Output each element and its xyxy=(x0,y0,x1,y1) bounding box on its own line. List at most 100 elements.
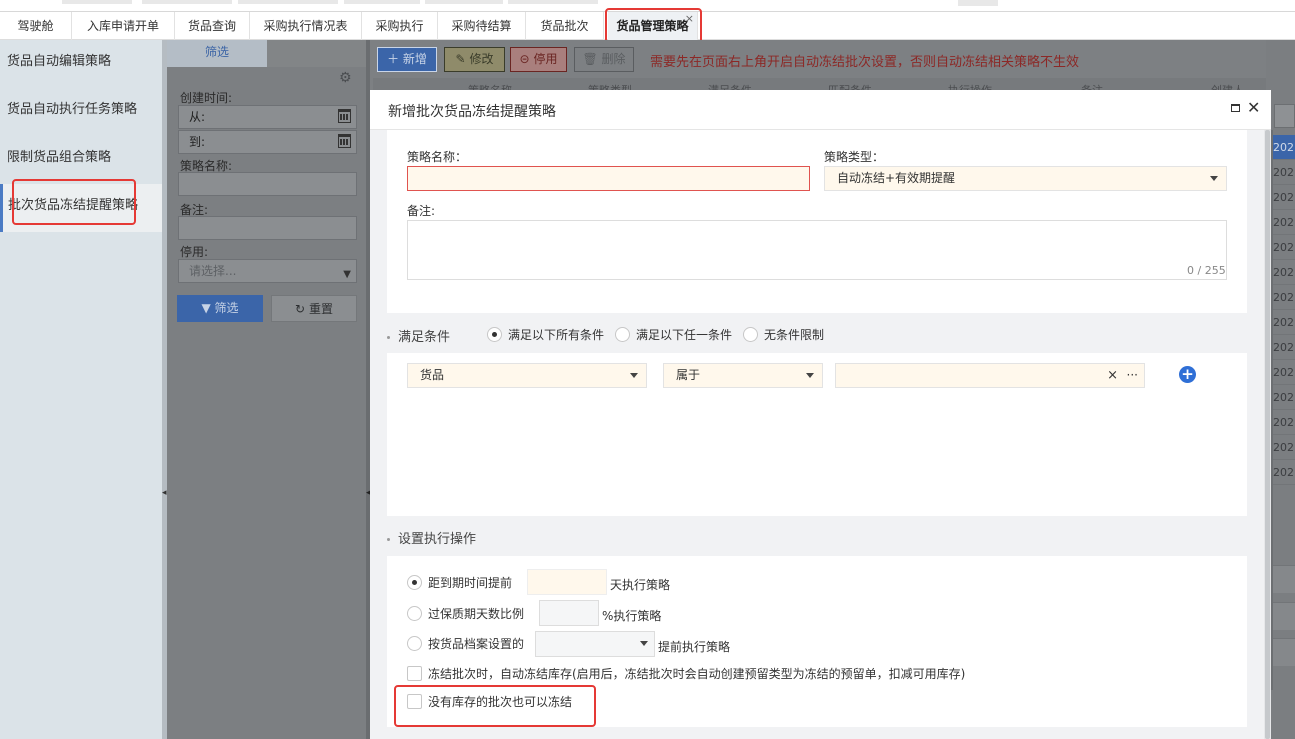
filter-button[interactable]: ▼ 筛选 xyxy=(177,295,263,322)
shelf-life-ratio-input[interactable] xyxy=(539,600,599,626)
archive-suffix-label: 提前执行策略 xyxy=(658,640,731,654)
radio-all-conditions[interactable]: 满足以下所有条件 xyxy=(487,326,604,343)
date-to-input[interactable]: 到: xyxy=(178,130,357,154)
radio-shelf-life-ratio[interactable]: 过保质期天数比例 xyxy=(407,605,524,622)
condition-panel: 货品 属于 × ··· + xyxy=(387,353,1247,516)
dialog-scrollbar[interactable] xyxy=(1264,130,1271,739)
action-panel: 距到期时间提前 天执行策略 过保质期天数比例 %执行策略 按货品档案设置的 提前… xyxy=(387,556,1247,727)
chevron-down-icon: ▼ xyxy=(343,269,351,280)
table-cell[interactable]: 202 xyxy=(1273,160,1295,185)
table-cell[interactable]: 202 xyxy=(1273,260,1295,285)
auto-freeze-stock-checkbox[interactable]: 冻结批次时，自动冻结库存(启用后，冻结批次时会自动创建预留类型为冻结的预留单，扣… xyxy=(407,665,965,682)
created-time-label: 创建时间: xyxy=(180,91,233,105)
condition-section-title: 满足条件 xyxy=(387,326,450,345)
tab-purchase-status[interactable]: 采购执行情况表 xyxy=(250,12,362,40)
gear-icon[interactable]: ⚙ xyxy=(339,70,352,86)
chevron-down-icon xyxy=(1210,176,1218,181)
dialog-header: 新增批次货品冻结提醒策略 ✕ xyxy=(370,90,1271,130)
edit-button[interactable]: ✎ 修改 xyxy=(444,47,505,72)
goods-archive-select[interactable] xyxy=(535,631,655,657)
radio-any-condition[interactable]: 满足以下任一条件 xyxy=(615,326,732,343)
table-cell[interactable]: 202 xyxy=(1273,335,1295,360)
disable-button[interactable]: ⊝ 停用 xyxy=(510,47,567,72)
filter-panel: 筛选 ⚙ 创建时间: 从: 到: 策略名称: 备注: 停用: 请选择... ▼ ▼… xyxy=(167,40,366,739)
dialog-title: 新增批次货品冻结提醒策略 xyxy=(388,104,556,120)
sidebar-item-auto-edit[interactable]: 货品自动编辑策略 xyxy=(0,40,162,88)
grid-header-cell[interactable]: 策略名称 xyxy=(468,82,512,90)
more-icon[interactable]: ··· xyxy=(1127,364,1138,387)
strategy-name-input[interactable] xyxy=(178,172,357,196)
basic-info-panel: 策略名称： 策略类型： 自动冻结+有效期提醒 备注: 0 / 255 xyxy=(387,130,1247,313)
remark-label: 备注: xyxy=(407,204,436,218)
grid-header-cell[interactable]: 匹配条件 xyxy=(828,82,872,90)
table-cell[interactable]: 202 xyxy=(1273,310,1295,335)
reset-button[interactable]: ↻ 重置 xyxy=(271,295,357,322)
table-cell[interactable]: 202 xyxy=(1273,435,1295,460)
freeze-without-stock-checkbox[interactable]: 没有库存的批次也可以冻结 xyxy=(407,693,572,710)
action-section-title: 设置执行操作 xyxy=(387,528,476,547)
tab-goods-batch[interactable]: 货品批次 xyxy=(526,12,604,40)
add-condition-icon[interactable]: + xyxy=(1179,366,1196,383)
sidebar-item-combo-limit[interactable]: 限制货品组合策略 xyxy=(0,136,162,184)
chevron-down-icon xyxy=(630,373,638,378)
tab-inbound-request[interactable]: 入库申请开单 xyxy=(72,12,175,40)
days-before-expiry-input[interactable] xyxy=(527,569,607,595)
grid-header-cell[interactable]: 策略类型 xyxy=(588,82,632,90)
maximize-icon[interactable] xyxy=(1231,104,1240,112)
table-cell[interactable]: 202 xyxy=(1273,210,1295,235)
edit-icon: ✎ xyxy=(455,52,466,66)
condition-operator-select[interactable]: 属于 xyxy=(663,363,823,388)
table-cell[interactable]: 202 xyxy=(1273,185,1295,210)
filter-tab[interactable]: 筛选 xyxy=(167,40,267,67)
table-cell[interactable]: 202 xyxy=(1273,135,1295,160)
tab-purchase-exec[interactable]: 采购执行 xyxy=(362,12,438,40)
strategy-name-input[interactable] xyxy=(407,166,810,191)
condition-field-select[interactable]: 货品 xyxy=(407,363,647,388)
calendar-icon[interactable] xyxy=(338,134,351,148)
table-cell[interactable]: 202 xyxy=(1273,235,1295,260)
tab-goods-strategy[interactable]: 货品管理策略 × xyxy=(608,12,698,40)
sidebar-item-batch-freeze[interactable]: 批次货品冻结提醒策略 xyxy=(0,184,162,232)
disabled-label: 停用: xyxy=(180,245,209,259)
radio-goods-archive[interactable]: 按货品档案设置的 xyxy=(407,635,524,652)
tab-purchase-settle[interactable]: 采购待结算 xyxy=(438,12,526,40)
ratio-suffix-label: %执行策略 xyxy=(602,609,662,623)
tab-goods-query[interactable]: 货品查询 xyxy=(175,12,250,40)
radio-days-before-expiry[interactable]: 距到期时间提前 xyxy=(407,574,512,591)
table-cell[interactable]: 202 xyxy=(1273,410,1295,435)
remark-input[interactable] xyxy=(178,216,357,240)
table-cell[interactable]: 202 xyxy=(1273,285,1295,310)
clear-icon[interactable]: × xyxy=(1107,364,1118,387)
grid-filter-input[interactable] xyxy=(1274,104,1295,128)
grid-header-cell[interactable]: 备注 xyxy=(1081,82,1103,90)
plus-icon: ＋ xyxy=(387,52,400,66)
strategy-name-label: 策略名称： xyxy=(407,150,468,164)
remark-counter: 0 / 255 xyxy=(1187,264,1226,277)
remark-textarea[interactable] xyxy=(407,220,1227,280)
delete-button[interactable]: 🗑 删除 xyxy=(574,47,634,72)
table-cell[interactable]: 202 xyxy=(1273,460,1295,485)
radio-no-condition[interactable]: 无条件限制 xyxy=(743,326,824,343)
table-cell[interactable]: 202 xyxy=(1273,385,1295,410)
calendar-icon[interactable] xyxy=(338,109,351,123)
grid-header-cell[interactable]: 创建人 xyxy=(1211,82,1244,90)
table-cell[interactable]: 202 xyxy=(1273,360,1295,385)
add-strategy-dialog: 新增批次货品冻结提醒策略 ✕ 策略名称： 策略类型： 自动冻结+有效期提醒 备注… xyxy=(370,90,1271,739)
strategy-type-select[interactable]: 自动冻结+有效期提醒 xyxy=(824,166,1227,191)
grid-header: 策略名称 策略类型 满足条件 匹配条件 执行操作 备注 创建人 xyxy=(373,78,1271,90)
tab-cockpit[interactable]: 驾驶舱 xyxy=(0,12,72,40)
condition-value-input[interactable]: × ··· xyxy=(835,363,1145,388)
disabled-select[interactable]: 请选择... ▼ xyxy=(178,259,357,283)
date-from-input[interactable]: 从: xyxy=(178,105,357,129)
close-icon[interactable]: ✕ xyxy=(1247,98,1260,117)
sidebar-item-auto-task[interactable]: 货品自动执行任务策略 xyxy=(0,88,162,136)
add-button[interactable]: ＋ 新增 xyxy=(377,47,437,72)
sidebar: 货品自动编辑策略 货品自动执行任务策略 限制货品组合策略 批次货品冻结提醒策略 xyxy=(0,40,162,739)
minus-circle-icon: ⊝ xyxy=(519,52,530,66)
grid-header-cell[interactable]: 满足条件 xyxy=(708,82,752,90)
chevron-down-icon xyxy=(640,641,648,646)
close-icon[interactable]: × xyxy=(685,5,694,33)
grid-header-cell[interactable]: 执行操作 xyxy=(948,82,992,90)
strategy-type-label: 策略类型： xyxy=(824,150,885,164)
top-strip xyxy=(0,0,1295,12)
